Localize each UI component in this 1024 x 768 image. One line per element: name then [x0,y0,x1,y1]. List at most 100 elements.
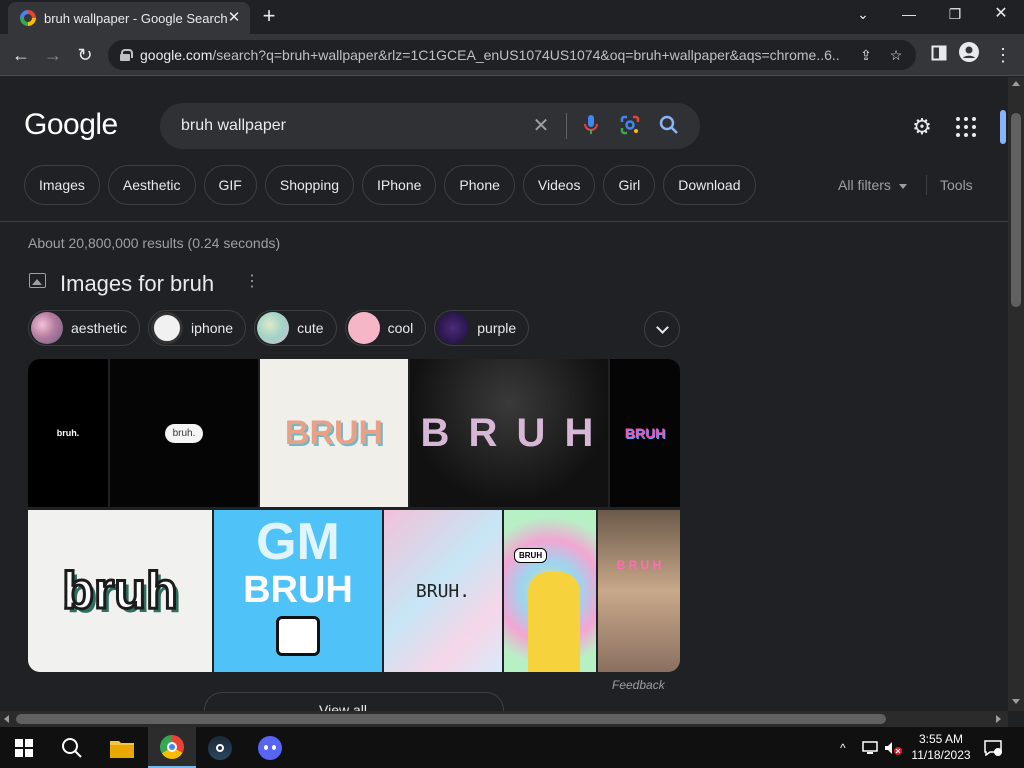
expand-chips-button[interactable] [644,311,680,347]
scroll-up-arrow-icon[interactable] [1012,81,1020,86]
clear-search-icon[interactable]: ✕ [530,115,552,137]
url-text[interactable]: google.com/search?q=bruh+wallpaper&rlz=1… [140,47,840,63]
file-explorer-icon[interactable] [98,727,146,768]
results-stats: About 20,800,000 results (0.24 seconds) [28,235,281,251]
volume-muted-icon[interactable] [884,727,902,768]
tools-button[interactable]: Tools [940,177,973,193]
image-caption: B R U H [616,558,662,572]
google-apps-icon[interactable] [956,117,976,137]
filter-chip-phone[interactable]: Phone [444,165,515,205]
refine-chip-label: iphone [191,320,234,336]
filter-chip-aesthetic[interactable]: Aesthetic [107,165,196,205]
scroll-down-arrow-icon[interactable] [1012,699,1020,704]
refine-chip-iphone[interactable]: iphone [148,310,247,346]
forward-button[interactable]: → [40,42,66,68]
tab-title: bruh wallpaper - Google Search [44,10,228,26]
image-result-9[interactable]: BRUH [504,510,596,672]
image-result-2[interactable]: bruh. [110,359,258,507]
image-result-1[interactable]: bruh. [28,359,108,507]
filter-chip-images[interactable]: Images [24,165,100,205]
scroll-right-arrow-icon[interactable] [996,715,1001,723]
horizontal-scrollbar[interactable] [0,711,1008,727]
scroll-left-arrow-icon[interactable] [4,715,9,723]
reload-button[interactable]: ↻ [72,42,98,68]
vertical-scrollbar[interactable] [1008,77,1024,711]
search-input[interactable]: bruh wallpaper [181,117,286,135]
microphone-icon[interactable] [580,115,602,137]
minimize-button[interactable]: — [886,0,932,30]
lock-icon [120,49,133,61]
refine-chip-label: cute [297,320,324,336]
filter-chip-gif[interactable]: GIF [203,165,257,205]
image-caption: bruh [61,561,180,622]
address-bar[interactable]: google.com/search?q=bruh+wallpaper&rlz=1… [108,40,916,70]
chrome-taskbar-icon[interactable] [148,727,196,768]
search-icon[interactable] [658,115,680,137]
arrow-right-icon: → [375,702,389,711]
image-caption: bruh. [164,423,204,443]
image-caption: bruh. [56,428,80,438]
side-panel-icon[interactable] [926,42,952,68]
image-result-7[interactable]: GM BRUH [214,510,382,672]
steam-icon[interactable] [196,727,244,768]
refine-chip-cool[interactable]: cool [344,310,427,346]
character-graphic [528,572,580,672]
vertical-scroll-thumb[interactable] [1011,113,1021,307]
image-result-5[interactable]: BRUH [610,359,680,507]
view-all-button[interactable]: View all → [204,692,504,711]
filters-divider [926,175,927,195]
filter-chip-download[interactable]: Download [663,165,756,205]
view-all-label: View all [319,702,367,711]
url-host: google.com [140,47,213,63]
discord-icon[interactable] [246,727,294,768]
windows-taskbar: ^ 3:55 AM 11/18/2023 [0,727,1024,768]
google-logo[interactable]: Google [24,108,118,142]
show-hidden-icons-chevron-icon[interactable]: ^ [840,727,846,768]
settings-gear-icon[interactable]: ⚙ [910,115,934,139]
feedback-link[interactable]: Feedback [612,678,665,692]
images-section-title[interactable]: Images for bruh [60,271,214,297]
menu-kebab-icon[interactable]: ⋮ [990,42,1016,68]
filter-chip-shopping[interactable]: Shopping [264,165,355,205]
image-caption: BRUH [624,425,666,441]
horizontal-scroll-thumb[interactable] [16,714,886,724]
network-icon[interactable] [862,727,878,768]
filter-chip-iphone[interactable]: IPhone [362,165,437,205]
filter-chip-girl[interactable]: Girl [603,165,656,205]
notification-center-icon[interactable] [984,727,1002,768]
chip-thumbnail [31,312,63,344]
system-clock[interactable]: 3:55 AM 11/18/2023 [906,731,976,763]
image-result-6[interactable]: bruh [28,510,212,672]
image-caption: GM [256,513,340,571]
tab-search-chevron-icon[interactable]: ⌄ [840,0,886,30]
image-caption: BRUH [514,548,548,563]
windows-start-icon[interactable] [0,727,48,768]
browser-tab[interactable]: bruh wallpaper - Google Search ✕ [8,2,250,34]
back-button[interactable]: ← [8,42,34,68]
image-result-10[interactable]: B R U H [598,510,680,672]
close-window-button[interactable]: ✕ [978,0,1024,30]
filter-chip-videos[interactable]: Videos [522,165,596,205]
all-filters-button[interactable]: All filters [838,177,907,193]
google-lens-icon[interactable] [619,115,641,137]
refine-chip-aesthetic[interactable]: aesthetic [28,310,141,346]
profile-icon[interactable] [956,42,982,68]
search-box[interactable]: bruh wallpaper ✕ [160,103,700,149]
restore-button[interactable]: ❐ [932,0,978,30]
share-icon[interactable]: ⇪ [856,45,876,65]
image-caption: BRUH [284,413,384,452]
image-result-8[interactable]: BRUH. [384,510,502,672]
refine-chip-purple[interactable]: purple [434,310,530,346]
chip-thumbnail [437,312,470,344]
search-taskbar-icon[interactable] [48,727,96,768]
new-tab-button[interactable]: + [258,5,280,28]
bookmark-star-icon[interactable]: ☆ [886,45,906,65]
image-result-3[interactable]: BRUH [260,359,408,507]
refine-chip-cute[interactable]: cute [254,310,337,346]
image-icon [29,273,46,288]
browser-toolbar: ← → ↻ google.com/search?q=bruh+wallpaper… [0,34,1024,76]
section-more-icon[interactable]: ⋮ [244,274,260,291]
image-result-4[interactable]: B R U H [410,359,608,507]
chip-thumbnail [151,312,184,344]
tab-close-icon[interactable]: ✕ [226,10,242,26]
